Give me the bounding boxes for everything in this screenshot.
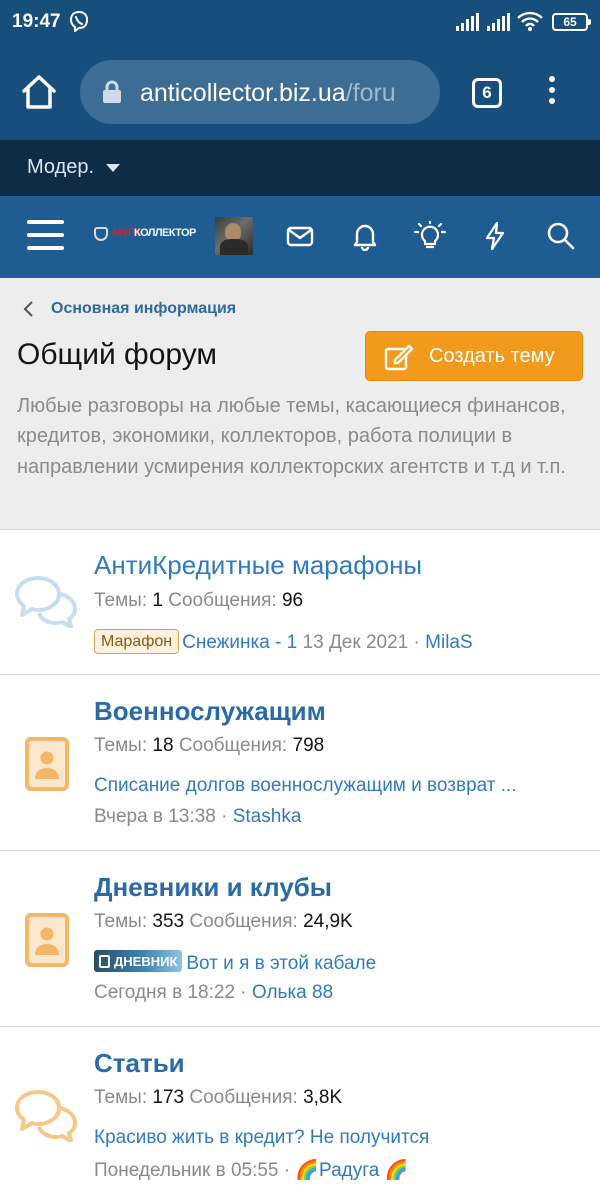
threads-count: 18 bbox=[152, 735, 174, 756]
node-last-post: Марафон Снежинка - 1 13 Дек 2021 · MilaS bbox=[94, 629, 473, 654]
threads-count: 1 bbox=[152, 590, 163, 611]
status-time: 19:47 bbox=[12, 11, 61, 32]
menu-dots-icon[interactable] bbox=[544, 76, 560, 108]
node-title[interactable]: Военнослужащим bbox=[94, 696, 326, 727]
messages-label: Сообщения: bbox=[168, 590, 277, 611]
threads-count: 173 bbox=[152, 1087, 185, 1108]
status-bar: 19:47 65 bbox=[0, 0, 600, 46]
messages-count: 96 bbox=[281, 590, 304, 611]
messages-label: Сообщения: bbox=[189, 1087, 298, 1108]
search-icon[interactable] bbox=[546, 221, 576, 256]
messages-count: 24,9K bbox=[303, 911, 353, 932]
wifi-icon bbox=[517, 11, 543, 36]
shield-icon bbox=[94, 227, 108, 241]
node-last-post: Сегодня в 18:22 · Олька 88 bbox=[94, 982, 333, 1004]
separator: · bbox=[221, 806, 228, 827]
last-post-date: Сегодня в 18:22 bbox=[94, 982, 236, 1003]
tabs-button[interactable]: 6 bbox=[472, 78, 502, 108]
threads-count: 353 bbox=[152, 911, 185, 932]
viber-icon bbox=[68, 10, 90, 37]
messages-label: Сообщения: bbox=[178, 735, 288, 756]
chat-bubbles-icon bbox=[14, 1088, 78, 1147]
node-stats: Темы: 18 Сообщения: 798 bbox=[94, 735, 324, 757]
chevron-down-icon bbox=[106, 164, 120, 172]
last-thread-link[interactable]: Вот и я в этой кабале bbox=[186, 953, 376, 974]
forum-node[interactable]: Дневники и клубы Темы: 353 Сообщения: 24… bbox=[0, 851, 600, 1027]
url-host: anticollector.biz.ua bbox=[140, 79, 346, 107]
last-post-date: Вчера в 13:38 bbox=[94, 806, 216, 827]
threads-label: Темы: bbox=[94, 911, 148, 932]
chat-bubbles-icon bbox=[14, 574, 78, 633]
edit-icon bbox=[384, 343, 414, 376]
last-post-user[interactable]: MilaS bbox=[425, 632, 473, 653]
node-stats: Темы: 1 Сообщения: 96 bbox=[94, 590, 303, 612]
last-post-date: 13 Дек 2021 bbox=[302, 632, 409, 653]
last-post-user[interactable]: 🌈Радуга 🌈 bbox=[295, 1160, 408, 1181]
node-last-post: Вчера в 13:38 · Stashka bbox=[94, 806, 301, 828]
moderator-menu-label[interactable]: Модер. bbox=[27, 156, 94, 179]
bell-icon[interactable] bbox=[350, 221, 380, 256]
node-stats: Темы: 353 Сообщения: 24,9K bbox=[94, 911, 353, 933]
lock-icon bbox=[102, 80, 122, 109]
mail-icon[interactable] bbox=[285, 221, 315, 256]
last-thread-link[interactable]: Красиво жить в кредит? Не получится bbox=[94, 1127, 429, 1148]
threads-label: Темы: bbox=[94, 735, 148, 756]
contact-card-icon bbox=[24, 912, 70, 973]
forum-node[interactable]: АнтиКредитные марафоны Темы: 1 Сообщения… bbox=[0, 530, 600, 675]
thread-prefix: ДНЕВНИК bbox=[94, 950, 183, 972]
hamburger-icon[interactable] bbox=[27, 220, 64, 250]
book-icon bbox=[99, 955, 110, 968]
threads-label: Темы: bbox=[94, 1087, 148, 1108]
logo-kollektor-text: КОЛЛЕКТОР bbox=[134, 227, 196, 239]
last-post-user[interactable]: Олька 88 bbox=[252, 982, 333, 1003]
address-bar[interactable]: anticollector.biz.ua/foru bbox=[80, 60, 440, 124]
node-title[interactable]: Статьи bbox=[94, 1048, 185, 1079]
last-thread-link[interactable]: Снежинка - 1 bbox=[182, 632, 297, 653]
lightning-icon[interactable] bbox=[481, 221, 509, 256]
forum-node[interactable]: Статьи Темы: 173 Сообщения: 3,8K Красиво… bbox=[0, 1027, 600, 1200]
thread-prefix-label: ДНЕВНИК bbox=[114, 954, 178, 969]
contact-card-icon bbox=[24, 736, 70, 797]
page-title: Общий форум bbox=[17, 338, 218, 371]
chevron-left-icon[interactable] bbox=[22, 300, 36, 323]
create-thread-label: Создать тему bbox=[429, 345, 555, 367]
node-title[interactable]: АнтиКредитные марафоны bbox=[94, 550, 422, 581]
node-last-post: Понедельник в 05:55 · 🌈Радуга 🌈 bbox=[94, 1158, 408, 1182]
create-thread-button[interactable]: Создать тему bbox=[365, 331, 583, 381]
user-avatar[interactable] bbox=[215, 217, 253, 255]
browser-toolbar: anticollector.biz.ua/foru 6 bbox=[0, 46, 600, 140]
url-text: anticollector.biz.ua/foru bbox=[140, 79, 396, 108]
node-last-thread: ДНЕВНИК Вот и я в этой кабале bbox=[94, 950, 376, 975]
last-post-date: Понедельник в 05:55 bbox=[94, 1160, 279, 1181]
forum-description: Любые разговоры на любые темы, касающиес… bbox=[17, 395, 566, 478]
separator: · bbox=[240, 982, 247, 1003]
breadcrumb[interactable]: Основная информация bbox=[51, 300, 236, 318]
separator: · bbox=[413, 632, 420, 653]
bulb-icon[interactable] bbox=[413, 219, 447, 256]
last-post-user[interactable]: Stashka bbox=[233, 806, 302, 827]
messages-count: 798 bbox=[292, 735, 325, 756]
site-logo[interactable]: АНТИ КОЛЛЕКТОР bbox=[94, 225, 202, 243]
node-stats: Темы: 173 Сообщения: 3,8K bbox=[94, 1087, 342, 1109]
url-path: /foru bbox=[345, 79, 396, 107]
thread-prefix: Марафон bbox=[94, 629, 180, 654]
battery-icon: 65 bbox=[552, 13, 591, 31]
separator: · bbox=[283, 1160, 291, 1181]
threads-label: Темы: bbox=[94, 590, 148, 611]
signal-icon bbox=[456, 13, 480, 36]
node-last-thread: Красиво жить в кредит? Не получится bbox=[94, 1127, 429, 1149]
messages-label: Сообщения: bbox=[189, 911, 298, 932]
messages-count: 3,8K bbox=[303, 1087, 343, 1108]
node-title[interactable]: Дневники и клубы bbox=[94, 872, 332, 903]
forum-node[interactable]: Военнослужащим Темы: 18 Сообщения: 798 С… bbox=[0, 675, 600, 851]
last-thread-link[interactable]: Списание долгов военнослужащим и возврат… bbox=[94, 775, 584, 797]
signal-icon bbox=[487, 13, 511, 36]
forum-header: Основная информация Общий форум Создать … bbox=[0, 278, 600, 530]
moderator-bar[interactable]: Модер. bbox=[0, 140, 600, 196]
node-last-thread: Списание долгов военнослужащим и возврат… bbox=[94, 775, 584, 797]
home-icon[interactable] bbox=[20, 74, 58, 115]
